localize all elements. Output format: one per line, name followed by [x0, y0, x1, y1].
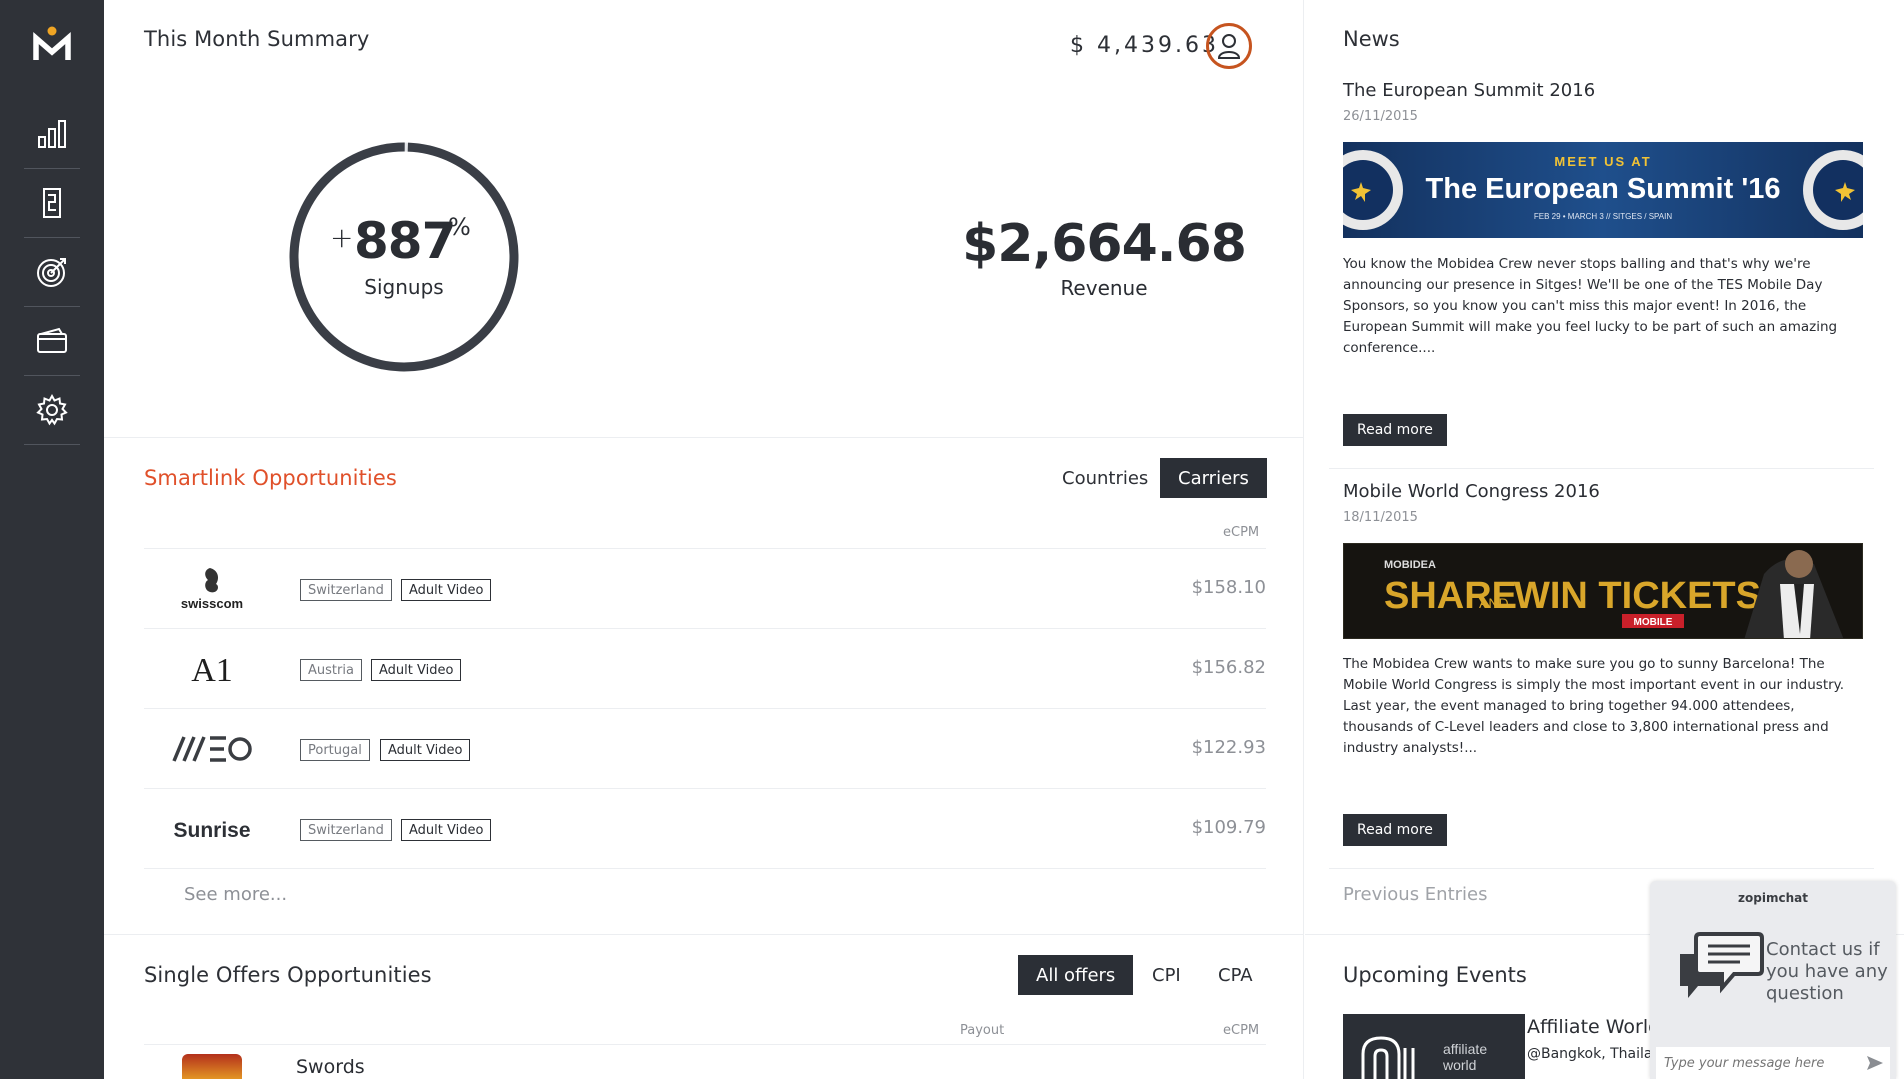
table-row[interactable]: Sunrise Switzerland Adult Video $109.79	[144, 788, 1266, 868]
news-divider	[1329, 468, 1874, 469]
main-panel: This Month Summary $ 4,439.63 + 887 % Si…	[104, 0, 1304, 1079]
target-icon	[37, 258, 66, 287]
news-divider	[1329, 868, 1874, 869]
single-offers-title: Single Offers Opportunities	[144, 963, 432, 987]
read-more-button[interactable]: Read more	[1343, 814, 1447, 846]
sidebar-item-settings[interactable]	[24, 376, 80, 445]
country-tag[interactable]: Portugal	[300, 739, 370, 761]
table-row[interactable]: A1 Austria Adult Video $156.82	[144, 628, 1266, 708]
event-image[interactable]: affiliate world	[1343, 1014, 1525, 1079]
category-tag[interactable]: Adult Video	[380, 739, 471, 761]
ecpm-value: $122.93	[1191, 737, 1266, 758]
signups-label: Signups	[364, 275, 444, 299]
svg-text:FEB 29 • MARCH 3 // SITGES / S: FEB 29 • MARCH 3 // SITGES / SPAIN	[1534, 212, 1672, 221]
bar-chart-icon	[38, 120, 66, 148]
sidebar-item-offers[interactable]	[24, 238, 80, 307]
chat-brand: zopimchat	[1738, 891, 1808, 905]
account-balance: $ 4,439.63	[1070, 33, 1219, 58]
svg-text:MEET US AT: MEET US AT	[1554, 154, 1651, 169]
article-title[interactable]: The European Summit 2016	[1343, 80, 1595, 101]
smartlink-title: Smartlink Opportunities	[144, 466, 397, 490]
see-more-link[interactable]: See more...	[184, 884, 287, 905]
ecpm-value: $109.79	[1191, 817, 1266, 838]
ecpm-value: $158.10	[1191, 577, 1266, 598]
svg-text:The European Summit '16: The European Summit '16	[1426, 173, 1781, 205]
country-tag[interactable]: Switzerland	[300, 579, 392, 601]
article-date: 26/11/2015	[1343, 109, 1418, 124]
sidebar-item-payments[interactable]	[24, 307, 80, 376]
payout-column-header: Payout	[960, 1023, 1005, 1038]
article-excerpt: You know the Mobidea Crew never stops ba…	[1343, 256, 1838, 356]
offer-name[interactable]: Swords	[296, 1056, 365, 1078]
tab-cpi[interactable]: CPI	[1134, 955, 1199, 995]
chat-message-input[interactable]	[1656, 1047, 1890, 1079]
ecpm-value: $156.82	[1191, 657, 1266, 678]
section-divider	[104, 934, 1304, 935]
gear-icon	[36, 393, 68, 426]
tab-cpa[interactable]: CPA	[1200, 955, 1271, 995]
carrier-logo-a1: A1	[144, 629, 280, 709]
table-row[interactable]: swisscom Switzerland Adult Video $158.10	[144, 548, 1266, 628]
upcoming-events-title: Upcoming Events	[1343, 963, 1527, 987]
revenue-value: $2,664.68	[962, 214, 1247, 274]
svg-text:MOBILE: MOBILE	[1634, 617, 1673, 628]
svg-text:WIN TICKETS: WIN TICKETS	[1514, 575, 1761, 617]
section-divider	[104, 437, 1304, 438]
account-button[interactable]	[1206, 23, 1252, 69]
tab-all-offers[interactable]: All offers	[1018, 955, 1134, 995]
summary-title: This Month Summary	[144, 27, 370, 51]
brand-logo[interactable]	[33, 26, 71, 62]
svg-text:AND: AND	[1479, 595, 1509, 611]
row-divider	[144, 1044, 1266, 1045]
signups-unit: %	[448, 213, 471, 241]
table-row[interactable]: Portugal Adult Video $122.93	[144, 708, 1266, 788]
carrier-logo-swisscom: swisscom	[144, 549, 280, 629]
sidebar-item-reports[interactable]	[24, 169, 80, 238]
chat-bubble-icon	[1680, 932, 1764, 998]
revenue-label: Revenue	[1060, 276, 1148, 300]
offer-thumbnail	[182, 1054, 242, 1079]
user-icon	[1217, 34, 1241, 59]
sidebar-item-stats[interactable]	[24, 100, 80, 169]
read-more-button[interactable]: Read more	[1343, 414, 1447, 446]
carrier-logo-meo	[144, 709, 280, 789]
signups-stat: + 887 % Signups	[288, 141, 520, 373]
chat-message: Contact us if you have any question	[1766, 939, 1888, 1004]
ecpm-column-header: eCPM	[1223, 525, 1260, 540]
news-title: News	[1343, 27, 1400, 51]
article-excerpt: The Mobidea Crew wants to make sure you …	[1343, 656, 1845, 756]
article-banner[interactable]: MEET US AT The European Summit '16 FEB 2…	[1343, 142, 1863, 238]
category-tag[interactable]: Adult Video	[401, 819, 492, 841]
svg-text:affiliate: affiliate	[1443, 1041, 1487, 1057]
document-icon	[43, 188, 61, 218]
tab-carriers[interactable]: Carriers	[1160, 458, 1267, 498]
send-icon[interactable]	[1866, 1055, 1884, 1071]
svg-text:A1: A1	[191, 652, 233, 689]
chat-widget[interactable]: zopimchat Contact us if you have any que…	[1650, 881, 1896, 1079]
country-tag[interactable]: Switzerland	[300, 819, 392, 841]
svg-text:Sunrise: Sunrise	[173, 819, 250, 842]
article-date: 18/11/2015	[1343, 510, 1418, 525]
tab-countries[interactable]: Countries	[1044, 458, 1166, 498]
article-title[interactable]: Mobile World Congress 2016	[1343, 481, 1600, 502]
signups-prefix: +	[330, 221, 354, 254]
svg-text:MOBIDEA: MOBIDEA	[1384, 559, 1436, 571]
svg-text:swisscom: swisscom	[181, 596, 243, 611]
sidebar	[0, 0, 104, 1079]
category-tag[interactable]: Adult Video	[371, 659, 462, 681]
country-tag[interactable]: Austria	[300, 659, 362, 681]
carrier-logo-sunrise: Sunrise	[144, 789, 280, 869]
row-divider	[144, 868, 1266, 869]
article-banner[interactable]: MOBIDEA SHARE AND WIN TICKETS MOBILE	[1343, 543, 1863, 639]
wallet-icon	[37, 327, 67, 353]
previous-entries-link[interactable]: Previous Entries	[1343, 884, 1487, 905]
category-tag[interactable]: Adult Video	[401, 579, 492, 601]
ecpm-column-header: eCPM	[1223, 1023, 1260, 1038]
signups-value: 887	[354, 212, 456, 270]
svg-text:world: world	[1442, 1057, 1476, 1073]
